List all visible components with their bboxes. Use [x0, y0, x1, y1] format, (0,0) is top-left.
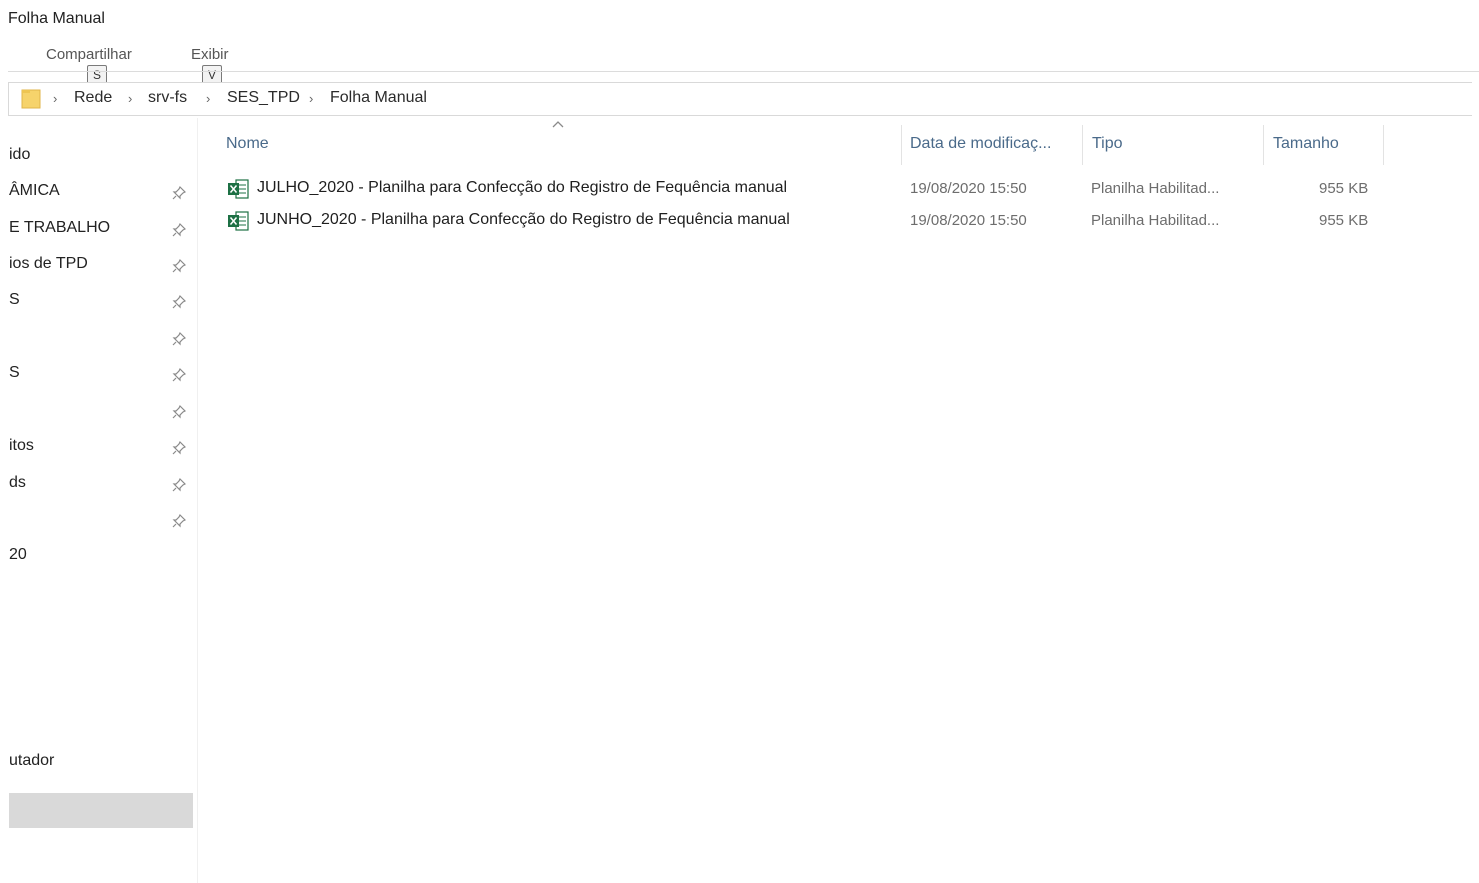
file-type: Planilha Habilitad... — [1091, 180, 1220, 197]
nav-item[interactable]: itos — [9, 437, 34, 455]
file-name[interactable]: JUNHO_2020 - Planilha para Confecção do … — [257, 211, 790, 229]
file-row[interactable]: JULHO_2020 - Planilha para Confecção do … — [222, 176, 1382, 204]
breadcrumb-ses-tpd[interactable]: SES_TPD — [227, 89, 300, 107]
column-header-name[interactable]: Nome — [226, 135, 269, 153]
pin-icon — [172, 514, 186, 528]
excel-file-icon — [228, 179, 249, 199]
chevron-right-icon: › — [309, 91, 314, 106]
ribbon-divider — [8, 71, 1479, 72]
column-divider[interactable] — [1263, 125, 1264, 165]
chevron-right-icon: › — [53, 91, 58, 106]
pin-icon — [172, 405, 186, 419]
tab-compartilhar-label: Compartilhar — [46, 46, 132, 63]
navigation-pane[interactable]: ido ÂMICA E TRABALHO ios de TPD S S itos… — [0, 118, 196, 883]
nav-item[interactable]: ios de TPD — [9, 255, 88, 273]
tab-compartilhar[interactable]: Compartilhar — [46, 46, 132, 63]
nav-item-selected[interactable] — [9, 793, 193, 828]
pin-icon — [172, 259, 186, 273]
breadcrumb-folha-manual[interactable]: Folha Manual — [330, 89, 427, 107]
window-title: Folha Manual — [8, 10, 105, 27]
file-row[interactable]: JUNHO_2020 - Planilha para Confecção do … — [222, 208, 1382, 236]
column-divider[interactable] — [1383, 125, 1384, 165]
pin-icon — [172, 223, 186, 237]
file-name[interactable]: JULHO_2020 - Planilha para Confecção do … — [257, 179, 787, 197]
column-header-size[interactable]: Tamanho — [1273, 135, 1339, 153]
tab-exibir[interactable]: Exibir — [191, 46, 229, 63]
nav-item[interactable]: ÂMICA — [9, 182, 60, 200]
address-bar[interactable]: › Rede › srv-fs › SES_TPD › Folha Manual — [8, 82, 1472, 116]
nav-item[interactable]: ido — [9, 146, 30, 164]
excel-file-icon — [228, 211, 249, 231]
column-divider[interactable] — [901, 125, 902, 165]
column-divider[interactable] — [1082, 125, 1083, 165]
nav-item[interactable]: S — [9, 364, 20, 382]
nav-item-computador[interactable]: utador — [9, 752, 54, 770]
pane-divider[interactable] — [197, 118, 198, 883]
file-size: 955 KB — [1319, 180, 1369, 197]
pin-icon — [172, 186, 186, 200]
file-date: 19/08/2020 15:50 — [910, 212, 1027, 229]
column-header-date[interactable]: Data de modificaç... — [910, 135, 1051, 153]
chevron-right-icon: › — [128, 91, 133, 106]
column-header-type[interactable]: Tipo — [1092, 135, 1123, 153]
tab-exibir-label: Exibir — [191, 46, 229, 63]
nav-item[interactable]: S — [9, 291, 20, 309]
nav-item[interactable]: 20 — [9, 546, 27, 564]
pin-icon — [172, 332, 186, 346]
pin-icon — [172, 478, 186, 492]
breadcrumb-rede[interactable]: Rede — [74, 89, 112, 107]
nav-item[interactable]: E TRABALHO — [9, 219, 110, 237]
pin-icon — [172, 295, 186, 309]
chevron-right-icon: › — [206, 91, 211, 106]
file-date: 19/08/2020 15:50 — [910, 180, 1027, 197]
sort-ascending-icon — [552, 121, 564, 128]
pin-icon — [172, 441, 186, 455]
folder-icon — [21, 89, 41, 109]
pin-icon — [172, 368, 186, 382]
file-type: Planilha Habilitad... — [1091, 212, 1220, 229]
nav-item[interactable]: ds — [9, 474, 26, 492]
breadcrumb-srv-fs[interactable]: srv-fs — [148, 89, 187, 107]
file-size: 955 KB — [1319, 212, 1369, 229]
